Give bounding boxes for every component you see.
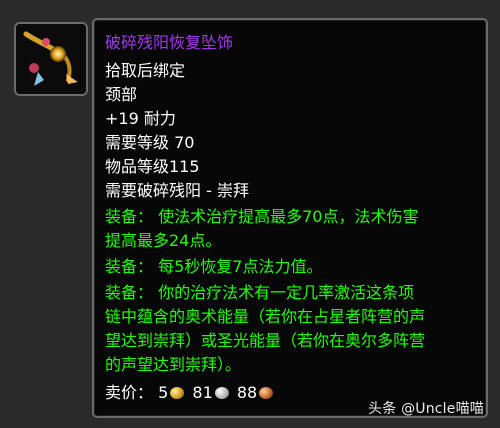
item-title: 破碎残阳恢复坠饰 xyxy=(105,33,234,52)
required-level: 需要等级 70 xyxy=(105,133,195,152)
gold-amount: 5 xyxy=(158,383,169,402)
item-level: 物品等级115 xyxy=(105,157,200,176)
stamina-stat: +19 耐力 xyxy=(105,109,176,128)
equip-effect-1: 装备： 使法术治疗提高最多70点，法术伤害 xyxy=(105,207,419,226)
watermark: 头条 @Uncle喵喵 xyxy=(368,401,484,417)
equip-effect-3-cont-1: 链中蕴含的奥术能量（若你在占星者阵营的声 xyxy=(105,307,426,326)
screen: 破碎残阳恢复坠饰 拾取后绑定 颈部 +19 耐力 需要等级 70 物品等级115… xyxy=(0,0,500,428)
copper-amount: 88 xyxy=(236,383,258,402)
sell-price: 卖价： 5 81 88 xyxy=(105,382,276,404)
equip-effect-3-cont-3: 的声望达到崇拜）。 xyxy=(105,355,242,374)
silver-coin-icon xyxy=(214,386,229,399)
amulet-icon xyxy=(16,24,86,94)
gold-coin-icon xyxy=(170,386,185,399)
sell-price-label: 卖价： xyxy=(105,383,154,402)
item-tooltip: 破碎残阳恢复坠饰 拾取后绑定 颈部 +19 耐力 需要等级 70 物品等级115… xyxy=(92,18,488,418)
equip-effect-3-cont-2: 望达到崇拜）或圣光能量（若你在奥尔多阵营 xyxy=(105,331,426,350)
reputation-requirement: 需要破碎残阳 - 崇拜 xyxy=(105,181,249,200)
equip-effect-3: 装备： 你的治疗法术有一定几率激活这条项 xyxy=(105,283,415,302)
equip-effect-1-cont: 提高最多24点。 xyxy=(105,231,222,250)
silver-amount: 81 xyxy=(192,383,213,402)
equip-effect-2: 装备： 每5秒恢复7点法力值。 xyxy=(105,257,323,276)
item-slot: 颈部 xyxy=(105,85,138,104)
copper-coin-icon xyxy=(259,386,274,399)
bind-on-pickup: 拾取后绑定 xyxy=(105,61,186,80)
item-icon-frame[interactable] xyxy=(14,22,88,96)
